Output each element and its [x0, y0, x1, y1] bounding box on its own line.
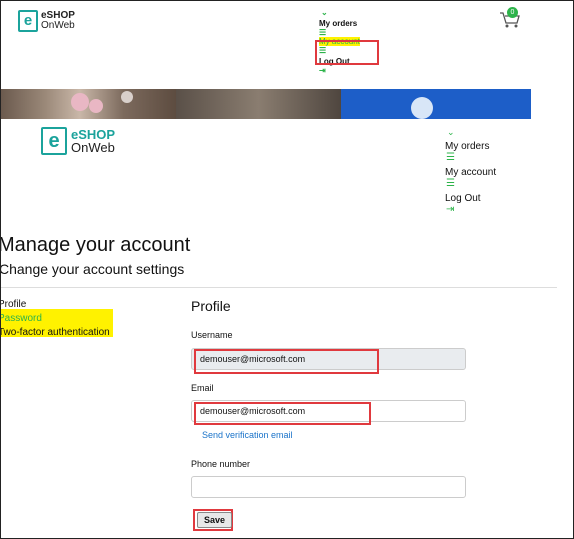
hero-banner [1, 89, 531, 119]
email-label: Email [191, 383, 214, 393]
page-subtitle: Change your account settings [0, 261, 185, 277]
brand-logo-main[interactable]: e eSHOP OnWeb [41, 127, 115, 155]
logo-text: eSHOP OnWeb [41, 10, 75, 31]
screenshot-frame: e eSHOP OnWeb ⌄ My orders ☰ My account ☰… [0, 0, 574, 539]
header-nav: ⌄ My orders ☰ My account ☰ Log Out ⇥ [445, 127, 496, 216]
profile-heading: Profile [191, 298, 231, 314]
chevron-down-icon[interactable]: ⌄ [447, 127, 496, 138]
sidebar-item-profile[interactable]: Profile [1, 298, 110, 312]
brand-logo[interactable]: e eSHOP OnWeb [18, 10, 75, 32]
nav-my-orders[interactable]: My orders [319, 19, 360, 28]
send-verification-link[interactable]: Send verification email [202, 430, 293, 440]
annotation-box [194, 402, 371, 425]
save-button[interactable]: Save [197, 512, 232, 528]
sidebar-item-password[interactable]: Password [1, 312, 110, 326]
cart-icon[interactable]: 0 [499, 7, 521, 29]
logout-icon: ⇥ [319, 66, 326, 75]
sidebar-item-two-factor[interactable]: Two-factor authentication [1, 326, 110, 340]
nav-log-out[interactable]: Log Out [445, 193, 496, 204]
menu-icon: ☰ [319, 28, 327, 37]
cart-count-badge: 0 [507, 7, 518, 18]
account-sidebar: Profile Password Two-factor authenticati… [1, 298, 110, 340]
page-title: Manage your account [0, 234, 191, 256]
chevron-down-icon[interactable]: ⌄ [321, 9, 360, 17]
annotation-box [194, 349, 379, 374]
phone-field[interactable] [191, 476, 466, 498]
menu-icon: ☰ [446, 152, 455, 163]
username-label: Username [191, 330, 233, 340]
phone-label: Phone number [191, 459, 251, 469]
menu-icon: ☰ [446, 178, 455, 189]
divider [1, 287, 557, 288]
logout-icon: ⇥ [446, 204, 455, 215]
annotation-box [315, 40, 379, 65]
nav-my-orders[interactable]: My orders [445, 141, 496, 152]
nav-my-account[interactable]: My account [445, 167, 496, 178]
logo-mark: e [41, 127, 67, 155]
logo-text: eSHOP OnWeb [71, 127, 116, 155]
logo-mark: e [18, 10, 38, 32]
